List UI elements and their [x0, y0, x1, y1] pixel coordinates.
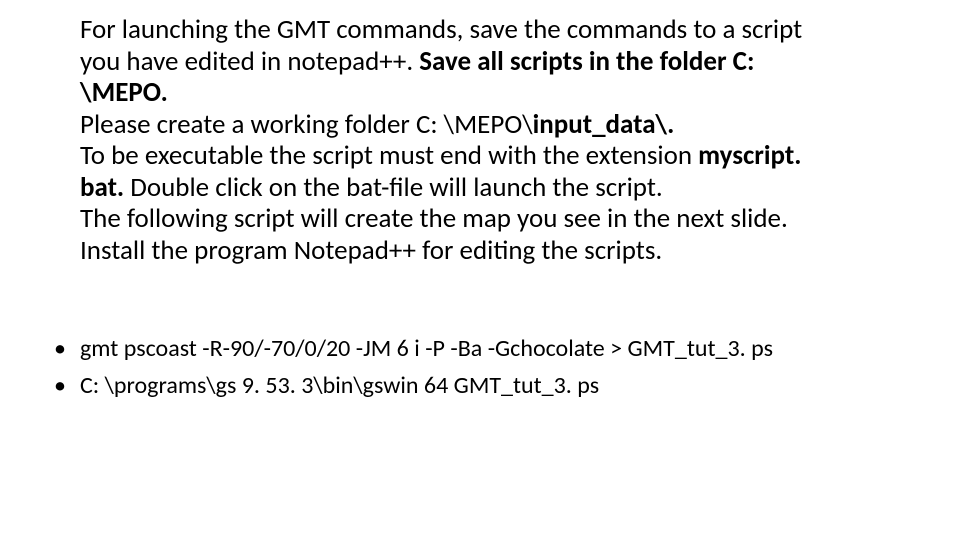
body-p2b-bold: input_data\.	[533, 108, 675, 141]
body-p2a: Please create a working folder C: \MEPO\	[80, 108, 533, 141]
bullet-list: • gmt pscoast -R-90/-70/0/20 -JM 6 i -P …	[50, 330, 890, 404]
body-p5: Install the program Notepad++ for editin…	[80, 234, 662, 267]
body-p3a: To be executable the script must end wit…	[80, 139, 698, 172]
bullet-item: • gmt pscoast -R-90/-70/0/20 -JM 6 i -P …	[50, 330, 890, 367]
slide: For launching the GMT commands, save the…	[0, 0, 960, 540]
bullet-text-1: gmt pscoast -R-90/-70/0/20 -JM 6 i -P -B…	[80, 330, 773, 367]
bullet-dot-icon: •	[50, 367, 80, 404]
bullet-text-2: C: \programs\gs 9. 53. 3\bin\gswin 64 GM…	[80, 367, 599, 404]
body-p4: The following script will create the map…	[80, 202, 788, 235]
bullet-item: • C: \programs\gs 9. 53. 3\bin\gswin 64 …	[50, 367, 890, 404]
body-text-block: For launching the GMT commands, save the…	[80, 14, 840, 267]
body-p3c: Double click on the bat-file will launch…	[124, 171, 663, 204]
bullet-dot-icon: •	[50, 330, 80, 367]
